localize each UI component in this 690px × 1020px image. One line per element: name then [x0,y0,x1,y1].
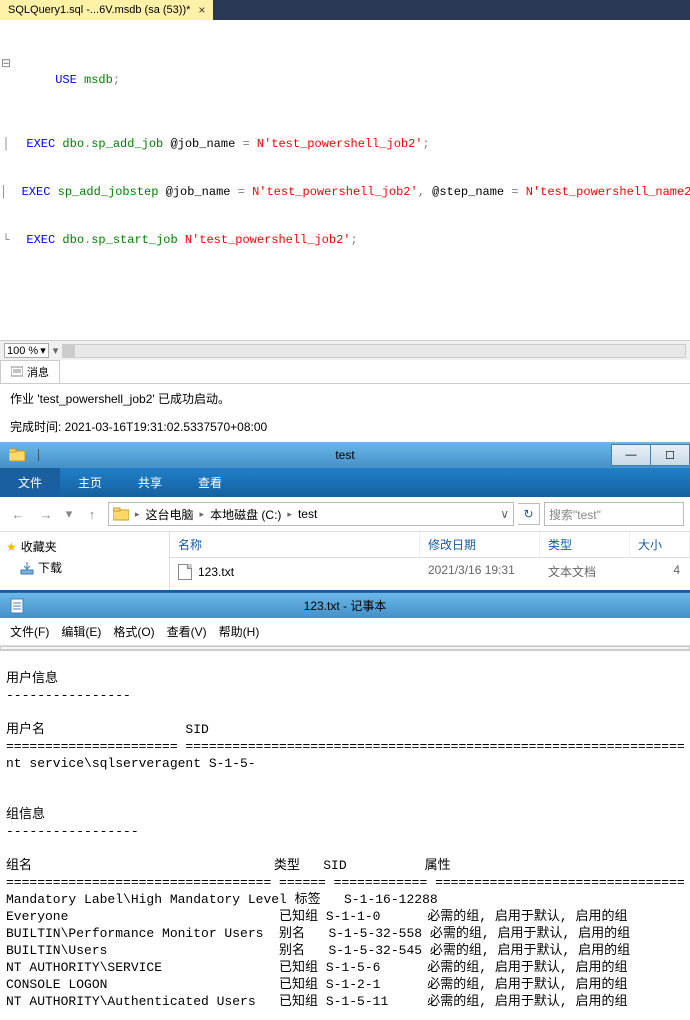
refresh-button[interactable]: ↻ [518,503,540,525]
ribbon-home-tab[interactable]: 主页 [60,468,120,497]
messages-tab[interactable]: 消息 [0,360,60,383]
maximize-button[interactable]: ☐ [650,444,690,466]
file-row[interactable]: 123.txt 2021/3/16 19:31 文本文档 4 [170,558,690,585]
col-size[interactable]: 大小 [630,532,690,557]
explorer-file-list: 名称 修改日期 类型 大小 123.txt 2021/3/16 19:31 文本… [170,532,690,590]
ribbon-file-button[interactable]: 文件 [0,468,60,497]
message-completion-time: 完成时间: 2021-03-16T19:31:02.5337570+08:00 [10,418,680,436]
col-date[interactable]: 修改日期 [420,532,540,557]
chevron-down-icon: ▾ [40,344,46,357]
file-date: 2021/3/16 19:31 [420,561,540,582]
notepad-titlebar[interactable]: 123.txt - 记事本 [0,592,690,618]
explorer-nav: ← → ▾ ↑ ▸ 这台电脑 ▸ 本地磁盘 (C:) ▸ test ∨ ↻ 搜索… [0,497,690,532]
search-placeholder: 搜索"test" [549,506,601,523]
results-tabs: 消息 [0,360,690,384]
download-icon [20,561,34,575]
notepad-icon [6,595,28,617]
file-type: 文本文档 [540,561,630,582]
notepad-content[interactable]: 用户信息 ---------------- 用户名 SID ==========… [0,650,690,1020]
messages-tab-label: 消息 [27,364,49,380]
horizontal-scrollbar[interactable] [62,344,686,358]
col-type[interactable]: 类型 [540,532,630,557]
menu-edit[interactable]: 编辑(E) [57,621,105,642]
zoom-dropdown[interactable]: 100 % ▾ [4,343,49,358]
sql-tab-title: SQLQuery1.sql -...6V.msdb (sa (53))* [8,4,190,16]
file-size: 4 [630,561,690,582]
forward-button[interactable]: → [34,502,58,526]
menu-help[interactable]: 帮助(H) [215,621,264,642]
chevron-right-icon[interactable]: ▸ [287,509,292,520]
breadcrumb-pc[interactable]: 这台电脑 [146,506,194,523]
notepad-menubar: 文件(F) 编辑(E) 格式(O) 查看(V) 帮助(H) [0,618,690,646]
menu-file[interactable]: 文件(F) [6,621,53,642]
explorer-sidebar: ★ 收藏夹 下载 [0,532,170,590]
outline-collapse-icon[interactable]: ⊟ [0,56,12,104]
column-headers: 名称 修改日期 类型 大小 [170,532,690,558]
menu-format[interactable]: 格式(O) [109,621,158,642]
folder-icon [6,444,28,466]
ribbon-view-tab[interactable]: 查看 [180,468,240,497]
minimize-button[interactable]: — [611,444,651,466]
back-button[interactable]: ← [6,502,30,526]
notepad-title: 123.txt - 记事本 [304,597,387,614]
message-line: 作业 'test_powershell_job2' 已成功启动。 [10,390,680,408]
chevron-right-icon[interactable]: ▸ [200,509,205,520]
zoom-bar: 100 % ▾ ▾ [0,340,690,360]
text-file-icon [178,564,192,580]
sql-query-tab[interactable]: SQLQuery1.sql -...6V.msdb (sa (53))* × [0,0,213,20]
history-dropdown[interactable]: ▾ [62,502,76,526]
search-input[interactable]: 搜索"test" [544,502,684,526]
explorer-ribbon: 文件 主页 共享 查看 [0,468,690,497]
up-button[interactable]: ↑ [80,502,104,526]
menu-view[interactable]: 查看(V) [163,621,211,642]
folder-icon [113,507,129,521]
messages-panel: 作业 'test_powershell_job2' 已成功启动。 完成时间: 2… [0,384,690,442]
message-icon [11,366,23,378]
sidebar-favorites[interactable]: ★ 收藏夹 [6,536,163,557]
chevron-right-icon[interactable]: ▸ [135,509,140,520]
star-icon: ★ [6,540,17,554]
sql-tab-bar: SQLQuery1.sql -...6V.msdb (sa (53))* × [0,0,690,20]
breadcrumb-drive[interactable]: 本地磁盘 (C:) [210,506,281,523]
col-name[interactable]: 名称 [170,532,420,557]
sql-editor[interactable]: ⊟ USE msdb; │ EXEC dbo.sp_add_job @job_n… [0,20,690,340]
address-bar[interactable]: ▸ 这台电脑 ▸ 本地磁盘 (C:) ▸ test ∨ [108,502,514,526]
file-name: 123.txt [198,565,234,579]
explorer-titlebar[interactable]: │ test — ☐ [0,442,690,468]
breadcrumb-folder[interactable]: test [298,507,317,521]
qat-sep: │ [34,450,44,461]
explorer-body: ★ 收藏夹 下载 名称 修改日期 类型 大小 123.txt 2021/3/16… [0,532,690,592]
close-icon[interactable]: × [198,3,205,17]
explorer-title: test [335,448,354,462]
address-dropdown-icon[interactable]: ∨ [500,507,509,521]
ribbon-share-tab[interactable]: 共享 [120,468,180,497]
sidebar-downloads[interactable]: 下载 [6,557,163,578]
